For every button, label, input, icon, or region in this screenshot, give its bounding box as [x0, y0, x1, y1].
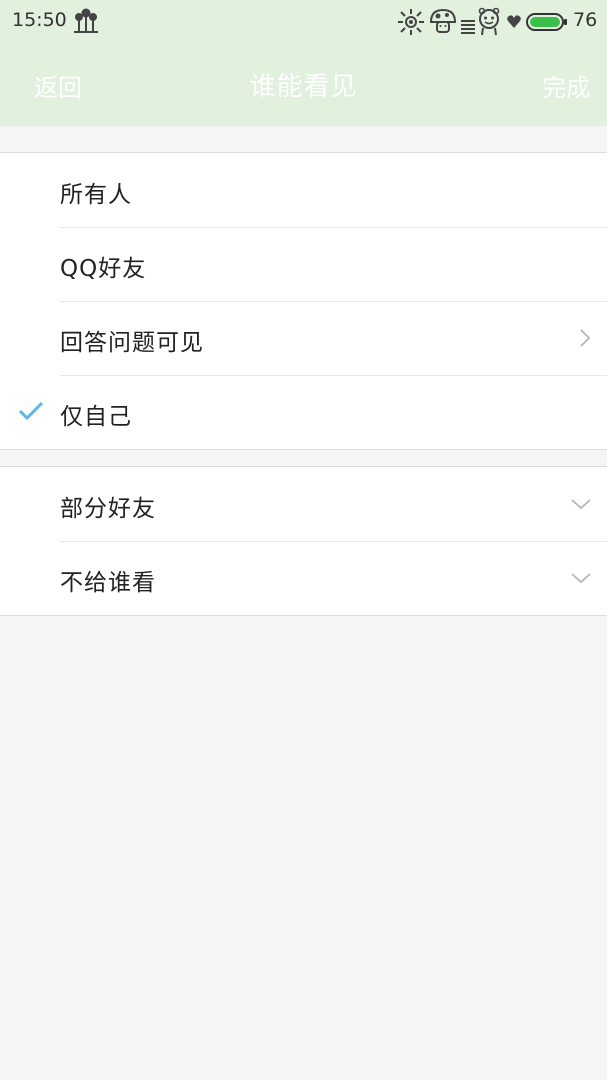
tree-flower-icon [74, 8, 98, 33]
option-everyone[interactable]: 所有人 [0, 153, 607, 227]
chevron-right-icon [580, 329, 591, 347]
visibility-options-list: 所有人 QQ好友 回答问题可见 仅自己 [0, 152, 607, 450]
option-qq-friends[interactable]: QQ好友 [0, 227, 607, 301]
friend-options-list: 部分好友 不给谁看 [0, 466, 607, 616]
chevron-down-icon [571, 499, 591, 510]
option-some-friends[interactable]: 部分好友 [0, 467, 607, 541]
status-bar: 15:50 76 [0, 0, 607, 44]
option-label: 回答问题可见 [60, 330, 204, 356]
battery-percent: 76 [573, 9, 598, 31]
page-title: 谁能看见 [249, 72, 358, 102]
chevron-down-icon [571, 573, 591, 584]
option-only-me[interactable]: 仅自己 [0, 375, 607, 449]
done-button[interactable]: 完成 [542, 68, 590, 103]
mushroom-icon [429, 8, 457, 33]
option-label: QQ好友 [60, 256, 147, 282]
battery-icon [526, 13, 567, 31]
option-label: 所有人 [60, 182, 132, 208]
sun-icon [398, 9, 424, 35]
nav-bar: 返回 谁能看见 完成 [0, 44, 607, 126]
cartoon-icon [478, 7, 500, 36]
option-answer-question[interactable]: 回答问题可见 [0, 301, 607, 375]
option-label: 仅自己 [60, 404, 132, 430]
status-time: 15:50 [12, 9, 67, 31]
option-label: 部分好友 [60, 496, 156, 522]
header: 15:50 76 返回 谁能看见 完成 [0, 0, 607, 126]
heart-icon [507, 15, 521, 28]
option-label: 不给谁看 [60, 570, 156, 596]
option-hide-from[interactable]: 不给谁看 [0, 541, 607, 615]
checkmark-icon [18, 401, 44, 421]
